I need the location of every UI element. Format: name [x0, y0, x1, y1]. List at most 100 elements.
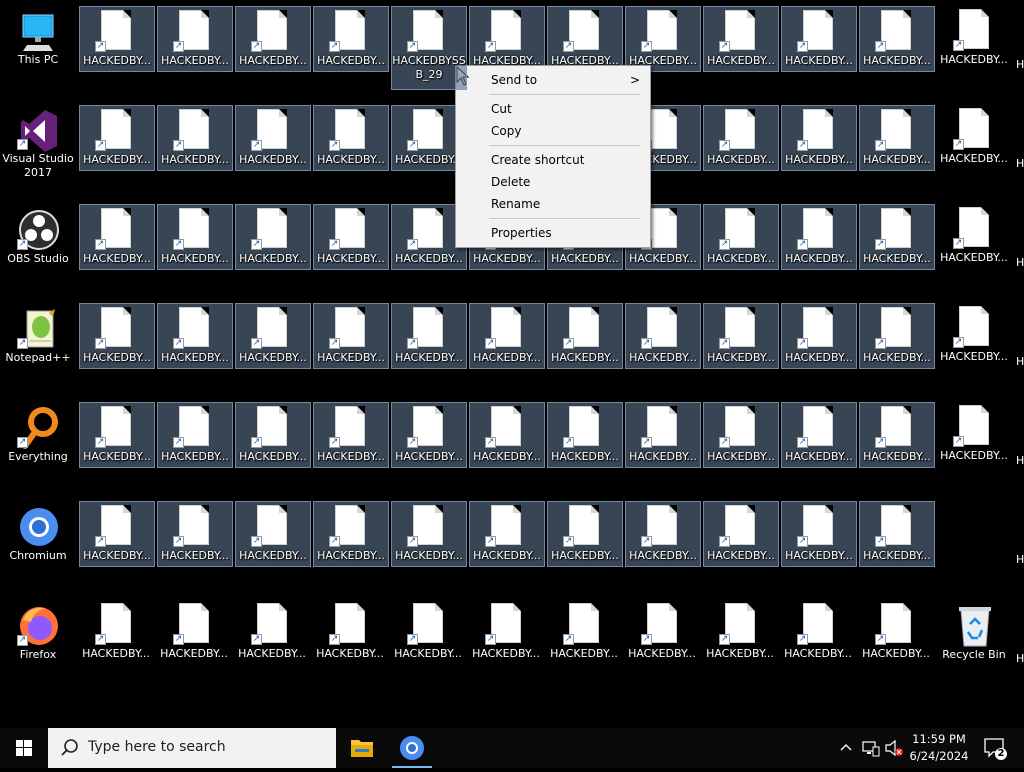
desktop-file-icon[interactable]: ↗HACKEDBY...	[391, 402, 467, 468]
desktop-file-icon[interactable]: ↗HACKEDBY...	[547, 501, 623, 567]
desktop-file-icon[interactable]: ↗HACKEDBY...	[781, 204, 857, 270]
desktop-file-icon[interactable]: ↗HACKEDBY...	[625, 402, 701, 468]
desktop-file-icon[interactable]: ↗HACKEDBY...	[703, 6, 779, 72]
desktop-file-icon[interactable]: ↗HACKEDBY...	[625, 303, 701, 369]
desktop-file-icon[interactable]: ↗HACKEDBY...	[781, 6, 857, 72]
desktop-file-icon[interactable]: ↗HACKEDBY...	[157, 501, 233, 567]
desktop-file-icon[interactable]: ↗HACKEDBY...	[703, 105, 779, 171]
desktop-file-icon[interactable]: ↗HACKEDBY...	[469, 6, 545, 72]
taskbar-clock[interactable]: 11:59 PM 6/24/2024	[898, 731, 980, 765]
desktop[interactable]: This PC ↗ Visual Studio 2017 ↗ OBS Studi…	[0, 0, 1024, 728]
desktop-file-icon[interactable]: ↗HACKEDBY...	[547, 600, 623, 666]
menu-item-delete[interactable]: Delete	[456, 171, 650, 193]
visual-studio-desktop-icon[interactable]: ↗ Visual Studio 2017	[1, 105, 77, 189]
desktop-file-icon[interactable]: ↗HACKEDBY...	[157, 303, 233, 369]
firefox-desktop-icon[interactable]: ↗ Firefox	[1, 601, 77, 667]
desktop-file-icon[interactable]: ↗HACKEDBY...	[781, 600, 857, 666]
menu-item-create-shortcut[interactable]: Create shortcut	[456, 149, 650, 171]
start-button[interactable]	[0, 728, 48, 768]
desktop-file-icon[interactable]: ↗HACKEDBY...	[157, 105, 233, 171]
desktop-file-icon[interactable]: ↗HACKEDBY...	[313, 501, 389, 567]
desktop-file-icon[interactable]: ↗HACKEDBY...	[547, 402, 623, 468]
desktop-file-icon[interactable]: ↗HACKEDBY...	[859, 303, 935, 369]
notepadpp-desktop-icon[interactable]: ↗ Notepad++	[1, 304, 77, 370]
desktop-file-icon[interactable]: ↗HACKEDBY...	[235, 204, 311, 270]
desktop-file-icon[interactable]: ↗HACKEDBY...	[157, 600, 233, 666]
show-hidden-icons-chevron-icon[interactable]	[838, 740, 854, 756]
desktop-file-icon[interactable]: ↗HACKEDBY...	[391, 501, 467, 567]
everything-desktop-icon[interactable]: ↗ Everything	[1, 403, 77, 469]
network-icon[interactable]	[862, 739, 880, 757]
taskbar-chromium[interactable]	[388, 728, 436, 768]
desktop-file-icon[interactable]: ↗HACKEDBY...	[547, 6, 623, 72]
desktop-file-icon[interactable]: ↗HACKEDBY...	[235, 6, 311, 72]
desktop-file-icon[interactable]: ↗HACKEDBY...	[781, 105, 857, 171]
desktop-file-icon[interactable]: ↗ HACKEDBYSS B_29	[391, 6, 467, 90]
desktop-file-icon[interactable]: ↗HACKEDBY...	[859, 600, 935, 666]
desktop-file-icon[interactable]: ↗HACKEDBY...	[391, 303, 467, 369]
desktop-file-icon[interactable]: ↗HACKEDBY...	[79, 6, 155, 72]
desktop-file-icon[interactable]: ↗HACKEDBY...	[235, 501, 311, 567]
desktop-file-icon[interactable]: ↗HACKEDBY...	[625, 6, 701, 72]
desktop-file-icon[interactable]: ↗HACKEDBY...	[703, 600, 779, 666]
desktop-file-icon[interactable]: ↗HACKEDBY...	[937, 204, 1013, 270]
desktop-file-icon[interactable]: ↗HACKEDBY...	[469, 501, 545, 567]
desktop-file-icon[interactable]: ↗HACKEDBY...	[781, 501, 857, 567]
desktop-file-icon[interactable]: ↗HACKEDBY...	[859, 402, 935, 468]
desktop-file-icon[interactable]: ↗HACKEDBY...	[313, 303, 389, 369]
action-center-button[interactable]: 2	[980, 728, 1024, 768]
menu-item-cut[interactable]: Cut	[456, 98, 650, 120]
desktop-file-icon[interactable]: ↗HACKEDBY...	[235, 303, 311, 369]
desktop-file-icon[interactable]: ↗HACKEDBY...	[79, 204, 155, 270]
this-pc-desktop-icon[interactable]: This PC	[1, 6, 77, 76]
desktop-file-icon[interactable]: ↗HACKEDBY...	[157, 204, 233, 270]
desktop-file-icon[interactable]: ↗HACKEDBY...	[859, 6, 935, 72]
desktop-file-icon[interactable]: ↗HACKEDBY...	[469, 303, 545, 369]
desktop-file-icon[interactable]: ↗HACKEDBY...	[937, 402, 1013, 468]
desktop-file-icon[interactable]: ↗HACKEDBY...	[79, 105, 155, 171]
desktop-file-icon[interactable]: ↗HACKEDBY...	[313, 204, 389, 270]
desktop-file-icon[interactable]: ↗HACKEDBY...	[937, 105, 1013, 171]
desktop-file-icon[interactable]: ↗HACKEDBY...	[469, 600, 545, 666]
desktop-file-icon[interactable]: ↗HACKEDBY...	[313, 105, 389, 171]
desktop-file-icon[interactable]: ↗HACKEDBY...	[781, 303, 857, 369]
desktop-file-icon[interactable]: ↗HACKEDBY...	[235, 402, 311, 468]
desktop-file-icon[interactable]: ↗HACKEDBY...	[859, 105, 935, 171]
menu-item-properties[interactable]: Properties	[456, 222, 650, 244]
desktop-file-icon[interactable]: ↗HACKEDBY...	[391, 600, 467, 666]
desktop-file-icon[interactable]: ↗HACKEDBY...	[235, 600, 311, 666]
desktop-file-icon[interactable]: ↗HACKEDBY...	[235, 105, 311, 171]
chromium-desktop-icon[interactable]: Chromium	[1, 502, 77, 568]
desktop-file-icon[interactable]: ↗HACKEDBY...	[313, 402, 389, 468]
taskbar-file-explorer[interactable]	[338, 728, 386, 768]
desktop-file-icon[interactable]: ↗HACKEDBY...	[79, 600, 155, 666]
shortcut-arrow-icon: ↗	[251, 338, 262, 349]
desktop-file-icon[interactable]: ↗HACKEDBY...	[937, 6, 1013, 72]
desktop-file-icon[interactable]: ↗HACKEDBY...	[703, 402, 779, 468]
desktop-file-icon[interactable]: ↗HACKEDBY...	[859, 204, 935, 270]
desktop-file-icon[interactable]: ↗HACKEDBY...	[859, 501, 935, 567]
obs-studio-icon: ↗	[17, 208, 59, 252]
desktop-file-icon[interactable]: ↗HACKEDBY...	[547, 303, 623, 369]
menu-item-send-to[interactable]: Send to >	[456, 69, 650, 91]
desktop-file-icon[interactable]: ↗HACKEDBY...	[79, 303, 155, 369]
desktop-file-icon[interactable]: ↗HACKEDBY...	[781, 402, 857, 468]
desktop-file-icon[interactable]: ↗HACKEDBY...	[79, 402, 155, 468]
taskbar-search-box[interactable]: Type here to search	[48, 728, 336, 768]
menu-item-copy[interactable]: Copy	[456, 120, 650, 142]
desktop-file-icon[interactable]: ↗HACKEDBY...	[703, 303, 779, 369]
desktop-file-icon[interactable]: ↗HACKEDBY...	[157, 6, 233, 72]
desktop-file-icon[interactable]: ↗HACKEDBY...	[625, 501, 701, 567]
desktop-file-icon[interactable]: ↗HACKEDBY...	[313, 6, 389, 72]
desktop-file-icon[interactable]: ↗HACKEDBY...	[703, 204, 779, 270]
desktop-file-icon[interactable]: ↗HACKEDBY...	[157, 402, 233, 468]
desktop-file-icon[interactable]: ↗HACKEDBY...	[313, 600, 389, 666]
desktop-file-icon[interactable]: ↗HACKEDBY...	[703, 501, 779, 567]
desktop-file-icon[interactable]: ↗HACKEDBY...	[625, 600, 701, 666]
desktop-file-icon[interactable]: ↗HACKEDBY...	[469, 402, 545, 468]
recycle-bin-desktop-icon[interactable]: Recycle Bin	[937, 601, 1013, 667]
desktop-file-icon[interactable]: ↗HACKEDBY...	[79, 501, 155, 567]
obs-studio-desktop-icon[interactable]: ↗ OBS Studio	[1, 205, 77, 271]
menu-item-rename[interactable]: Rename	[456, 193, 650, 215]
desktop-file-icon[interactable]: ↗HACKEDBY...	[937, 303, 1013, 369]
